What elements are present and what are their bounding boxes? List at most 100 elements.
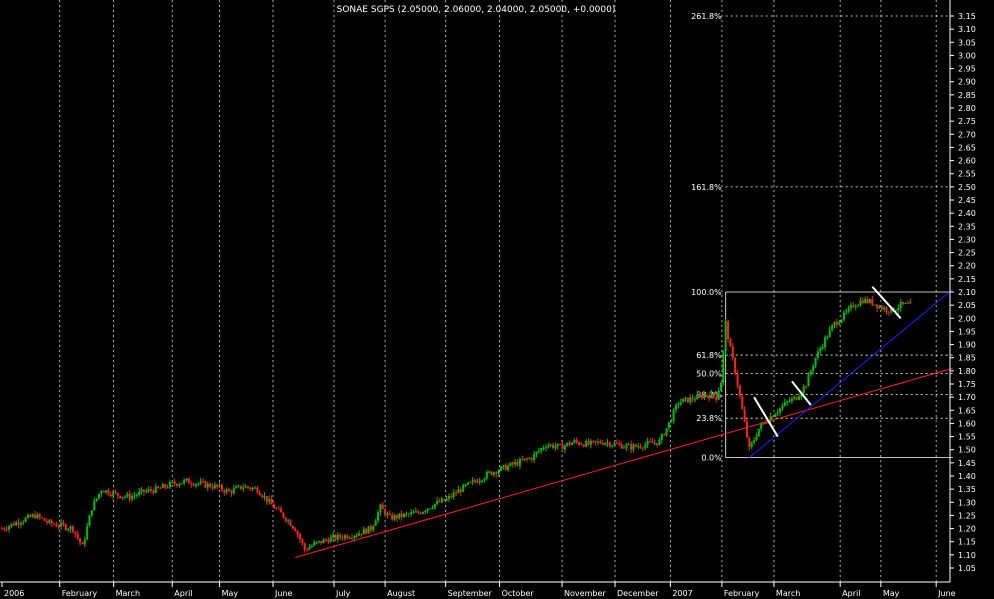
candle-body (360, 533, 363, 535)
candle-body (596, 441, 599, 443)
candle-body (511, 462, 514, 465)
candle-body (670, 421, 673, 423)
candle-body (381, 504, 384, 510)
y-tick-label: 1.35 (958, 485, 976, 494)
x-tick-label: November (564, 589, 606, 598)
candle-body (462, 484, 465, 492)
candle-body (630, 444, 633, 450)
candle-body (776, 412, 779, 415)
y-tick-label: 1.05 (958, 564, 976, 573)
candle-body (8, 526, 11, 530)
candle-body (145, 490, 148, 493)
candle-body (466, 482, 469, 485)
candle-body (835, 321, 838, 325)
fib-level-label: 50.0% (696, 369, 722, 378)
y-tick-label: 2.35 (958, 222, 976, 231)
candle-body (774, 414, 777, 417)
candle-body (12, 523, 15, 526)
candle-body (74, 531, 77, 534)
candle-body (731, 346, 734, 359)
candle-body (897, 307, 900, 311)
candle-body (270, 499, 273, 505)
candle-body (19, 523, 22, 525)
candle-body (868, 299, 871, 303)
candle-body (601, 443, 604, 445)
candle-body (526, 458, 529, 460)
candle-body (225, 489, 228, 493)
candle-body (414, 511, 417, 513)
candle-body (325, 539, 328, 541)
candle-body (192, 484, 195, 486)
candle-body (424, 511, 427, 513)
candle-body (604, 443, 607, 445)
y-tick-label: 2.65 (958, 143, 976, 152)
candle-body (258, 492, 261, 496)
candle-body (618, 443, 621, 445)
candle-body (317, 540, 320, 542)
candle-body (745, 421, 748, 438)
candle-body (693, 399, 696, 401)
candle-body (521, 459, 524, 461)
y-tick-label: 1.50 (958, 446, 976, 455)
candle-body (183, 480, 186, 484)
candle-body (291, 526, 294, 529)
candle-body (29, 514, 32, 517)
candle-body (627, 444, 630, 446)
candle-body (455, 492, 458, 494)
x-tick-label: August (387, 589, 415, 598)
candle-body (187, 478, 190, 484)
candle-body (906, 303, 909, 305)
x-tick-label: March (776, 589, 800, 598)
candle-body (500, 466, 503, 471)
candle-body (899, 301, 902, 308)
candle-body (850, 304, 853, 308)
candle-body (443, 498, 446, 501)
candle-body (202, 481, 205, 483)
candle-body (107, 490, 110, 495)
candle-body (133, 495, 136, 497)
candle-body (717, 390, 720, 400)
candle-body (790, 398, 793, 402)
candle-body (447, 496, 450, 499)
candle-body (556, 443, 559, 447)
candle-body (417, 511, 420, 514)
candle-body (3, 528, 6, 530)
candle-body (190, 483, 193, 485)
fib-level-label: 161.8% (691, 183, 722, 192)
y-tick-label: 1.95 (958, 327, 976, 336)
candle-body (62, 522, 65, 525)
fib-level-label: 100.0% (691, 288, 722, 297)
candle-body (43, 518, 46, 522)
candle-body (421, 511, 424, 514)
fib-level-label: 61.8% (696, 351, 722, 360)
candle-body (419, 513, 422, 515)
candle-body (57, 526, 60, 528)
candle-body (332, 535, 335, 538)
candle-body (55, 524, 58, 527)
candle-body (715, 396, 718, 400)
candle-body (729, 339, 732, 347)
candle-body (50, 520, 53, 524)
candle-body (570, 442, 573, 445)
candle-body (213, 484, 216, 489)
candle-body (691, 397, 694, 400)
candle-body (578, 441, 581, 445)
candle-body (807, 374, 810, 387)
candle-body (634, 444, 637, 447)
candle-body (31, 514, 34, 517)
candle-body (497, 470, 500, 475)
candle-body (237, 485, 240, 487)
candle-body (566, 442, 569, 446)
candle-body (412, 512, 415, 514)
candle-body (757, 428, 760, 437)
candle-body (289, 520, 292, 527)
candle-body (121, 497, 124, 499)
candle-body (542, 448, 545, 450)
candle-body (429, 508, 432, 510)
candle-body (561, 443, 564, 450)
candle-body (173, 481, 176, 484)
candle-body (682, 398, 685, 403)
candle-body (126, 493, 129, 497)
y-tick-label: 2.85 (958, 91, 976, 100)
candle-body (303, 543, 306, 550)
